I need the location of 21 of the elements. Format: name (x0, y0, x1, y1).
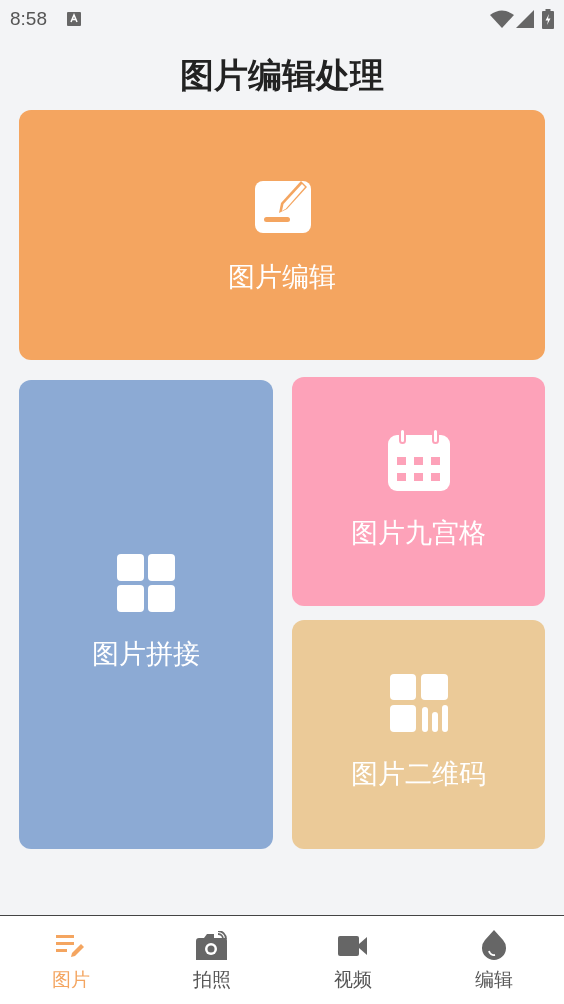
wifi-icon (490, 10, 514, 28)
feature-card[interactable]: 图片九宫格 (292, 377, 545, 606)
nav-tab[interactable]: 视频 (282, 916, 423, 1004)
nav-tab[interactable]: 拍照 (141, 916, 282, 1004)
video-camera-icon (337, 936, 368, 956)
status-time: 8:58 (10, 6, 47, 31)
calendar-icon (387, 429, 450, 492)
keyboard-icon (67, 12, 81, 26)
page-title: 图片编辑处理 (179, 55, 385, 96)
feature-card[interactable]: 图片二维码 (292, 620, 545, 849)
nav-tab[interactable]: 编辑 (423, 916, 564, 1004)
dashboard-icon (389, 674, 448, 733)
feature-card[interactable]: 图片拼接 (19, 380, 273, 849)
water-drop-icon (480, 930, 507, 962)
list-edit-icon (55, 933, 86, 959)
camera-icon (195, 931, 228, 961)
grid-icon (117, 554, 175, 613)
feature-card[interactable]: 图片编辑 (19, 110, 545, 360)
signal-icon (516, 10, 534, 28)
battery-icon (542, 9, 554, 29)
nav-tab[interactable]: 图片 (0, 916, 141, 1004)
